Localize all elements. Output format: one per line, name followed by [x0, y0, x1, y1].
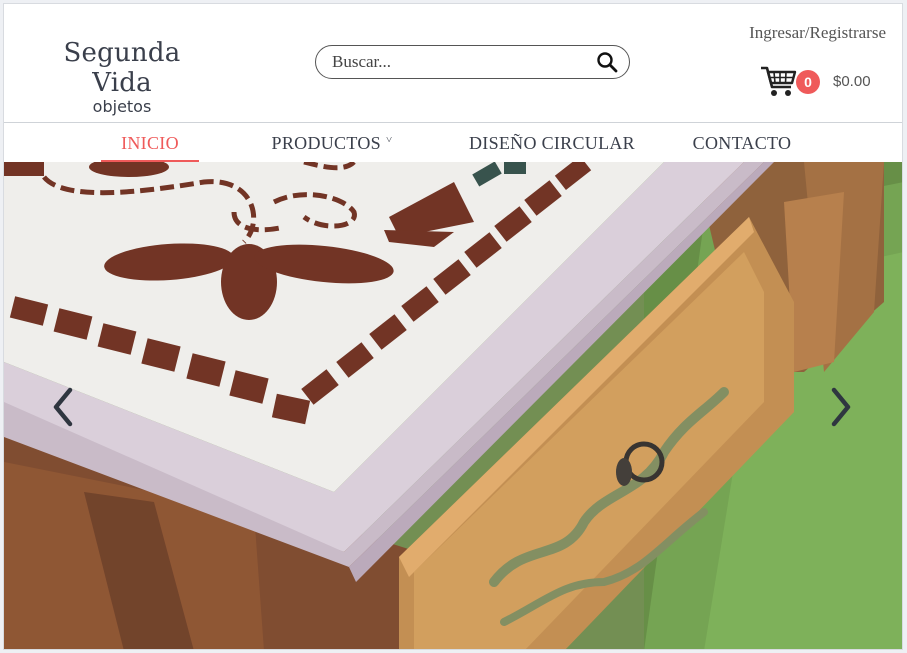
chevron-right-icon — [831, 387, 851, 427]
slider-next-button[interactable] — [826, 384, 856, 430]
nav-label: PRODUCTOS — [271, 132, 381, 153]
page: Segunda Vida objetos Ingresar/Registrars… — [3, 3, 903, 650]
search-icon[interactable] — [595, 50, 619, 74]
nav-label: INICIO — [121, 132, 179, 153]
chevron-left-icon — [53, 387, 73, 427]
logo-title: Segunda Vida — [63, 38, 181, 98]
search-box — [315, 45, 630, 79]
cart-count-badge: 0 — [796, 70, 820, 94]
cart-total: $0.00 — [833, 73, 871, 90]
cart-button[interactable]: 0 $0.00 — [760, 64, 871, 100]
cart-icon — [761, 66, 797, 96]
login-register-link[interactable]: Ingresar/Registrarse — [749, 23, 886, 43]
furniture-photo — [4, 162, 902, 649]
main-nav: INICIO PRODUCTOS ˅ DISEÑO CIRCULAR CONTA… — [4, 122, 902, 163]
nav-item-inicio[interactable]: INICIO — [101, 123, 199, 163]
hero-slider — [4, 162, 902, 649]
chevron-down-icon: ˅ — [385, 134, 393, 146]
nav-label: CONTACTO — [692, 132, 792, 153]
nav-label: DISEÑO CIRCULAR — [468, 132, 635, 153]
slider-prev-button[interactable] — [48, 384, 78, 430]
nav-item-diseno-circular[interactable]: DISEÑO CIRCULAR — [466, 123, 638, 163]
nav-item-contacto[interactable]: CONTACTO — [686, 123, 798, 163]
logo-subtitle: objetos — [92, 97, 152, 116]
search-input[interactable] — [332, 52, 595, 72]
nav-item-productos[interactable]: PRODUCTOS ˅ — [266, 123, 398, 163]
site-header: Segunda Vida objetos Ingresar/Registrars… — [4, 4, 902, 122]
site-logo[interactable]: Segunda Vida objetos — [32, 38, 212, 116]
